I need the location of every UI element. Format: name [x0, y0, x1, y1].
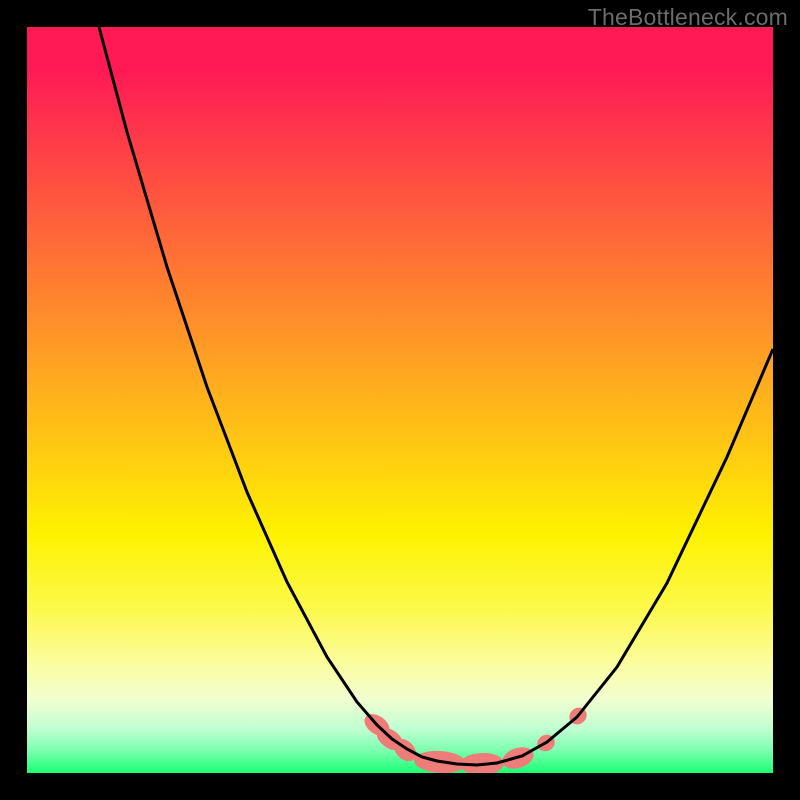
chart-frame: TheBottleneck.com: [0, 0, 800, 800]
watermark-text: TheBottleneck.com: [588, 4, 788, 31]
curve-line: [99, 27, 773, 765]
markers-layer: [360, 704, 590, 773]
chart-plot-area: [27, 27, 773, 773]
chart-svg: [27, 27, 773, 773]
